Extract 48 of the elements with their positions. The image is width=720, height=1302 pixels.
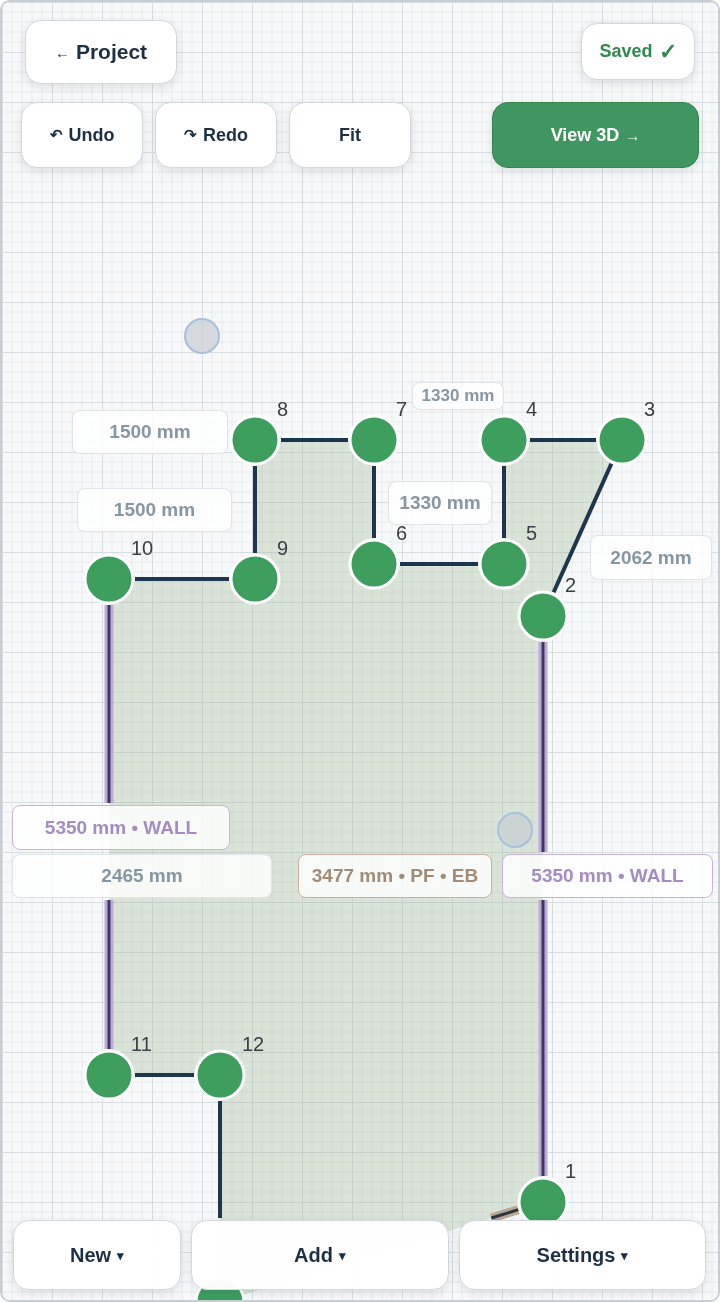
vertex-number: 4 [526,398,538,420]
midpoint-handle[interactable] [184,318,220,354]
vertex-number: 8 [277,398,289,420]
save-status[interactable]: Saved ✓ [581,23,695,80]
vertex-number: 2 [565,574,577,596]
vertex-number: 11 [131,1033,152,1055]
vertex-number: 12 [242,1033,265,1055]
vertex-number: 9 [277,537,289,559]
vertex-number: 5 [526,522,538,544]
edge-line[interactable] [490,1205,520,1223]
dimension-label: 2465 mm [12,854,272,898]
vertex-handle[interactable] [229,414,281,466]
vertex-number: 3 [644,398,656,420]
vertex-number: 6 [396,522,408,544]
dimension-label: 5350 mm • WALL [12,805,230,850]
vertex-handle[interactable] [194,1049,246,1101]
wall-line[interactable] [104,900,114,1049]
dimension-label: 1500 mm [72,410,228,454]
midpoint-handle[interactable] [497,812,533,848]
dimension-label: 2062 mm [590,535,712,580]
vertex-handle[interactable] [83,553,135,605]
vertex-handle[interactable] [596,414,648,466]
vertex-handle[interactable] [478,414,530,466]
vertex-number: 1 [565,1160,577,1182]
vertex-number: 10 [131,537,154,559]
back-button[interactable]: ← Project [25,20,177,84]
view-3d-button[interactable]: View 3D → [492,102,699,168]
vertex-number: 7 [396,398,408,420]
vertex-handle[interactable] [348,538,400,590]
vertex-handle[interactable] [348,414,400,466]
dimension-label: 1500 mm [77,488,232,532]
menu-button[interactable]: Add ▾ [191,1220,449,1290]
dimension-label: 1330 mm [388,481,492,525]
wall-line[interactable] [538,642,548,852]
dimension-label: 1330 mm [412,382,504,410]
undo-button[interactable]: ↶ Undo [21,102,143,168]
menu-button[interactable]: Settings ▾ [459,1220,706,1290]
vertex-handle[interactable] [478,538,530,590]
vertex-handle[interactable] [83,1049,135,1101]
wall-line[interactable] [104,605,114,803]
dimension-label: 3477 mm • PF • EB [298,854,492,898]
vertex-handle[interactable] [517,590,569,642]
vertex-handle[interactable] [229,553,281,605]
redo-button[interactable]: ↷ Redo [155,102,277,168]
dimension-label: 5350 mm • WALL [502,854,713,898]
wall-line[interactable] [538,900,548,1176]
fit-button[interactable]: Fit [289,102,411,168]
menu-button[interactable]: New ▾ [13,1220,181,1290]
